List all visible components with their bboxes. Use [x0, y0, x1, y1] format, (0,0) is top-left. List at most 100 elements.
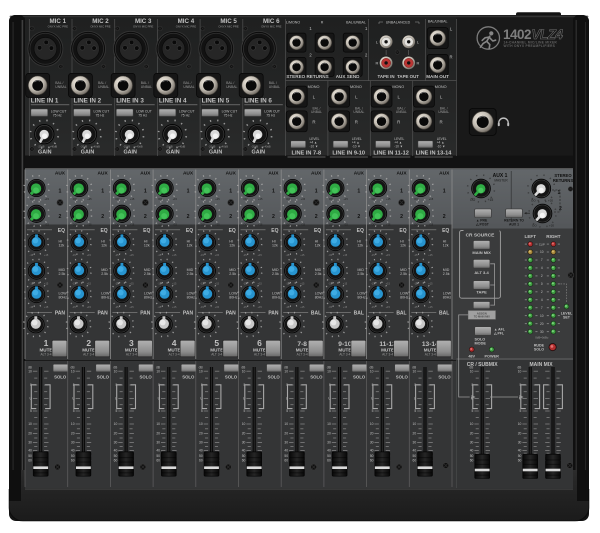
svg-text:AUX: AUX	[55, 170, 66, 176]
svg-text:4: 4	[172, 338, 177, 348]
svg-text:+15: +15	[301, 222, 306, 226]
svg-text:MONO: MONO	[350, 85, 362, 89]
svg-text:LEFT: LEFT	[525, 234, 537, 239]
svg-text:5: 5	[214, 338, 219, 348]
svg-text:-15: -15	[243, 254, 247, 257]
svg-text:10: 10	[28, 422, 32, 426]
svg-text:RETURNS: RETURNS	[553, 178, 573, 183]
svg-text:EQ: EQ	[58, 228, 65, 234]
svg-text:12k: 12k	[144, 244, 150, 248]
svg-text:-15: -15	[158, 254, 162, 257]
svg-text:TAPE: TAPE	[476, 290, 487, 295]
svg-text:ONYX MIC PRE: ONYX MIC PRE	[261, 25, 281, 29]
svg-text:R: R	[440, 119, 443, 124]
svg-text:AUX: AUX	[140, 170, 151, 176]
svg-text:10: 10	[518, 369, 522, 373]
svg-text:R: R	[417, 61, 420, 66]
svg-text:+15: +15	[215, 254, 220, 257]
svg-text:2.5k: 2.5k	[357, 272, 364, 276]
svg-text:OO: OO	[470, 198, 476, 202]
svg-text:MODE: MODE	[475, 342, 487, 346]
svg-text:GAIN: GAIN	[252, 150, 266, 156]
svg-text:40: 40	[518, 449, 522, 453]
svg-text:5: 5	[472, 409, 474, 413]
svg-text:LINE IN 4: LINE IN 4	[159, 98, 187, 105]
svg-text:STEREO RETURNS: STEREO RETURNS	[286, 74, 328, 79]
svg-text:OO: OO	[244, 197, 248, 201]
svg-text:+15: +15	[172, 306, 177, 309]
svg-text:BAL: BAL	[354, 311, 364, 317]
svg-text:UNBAL: UNBAL	[55, 85, 66, 89]
svg-text:50: 50	[156, 454, 160, 458]
svg-text:+15: +15	[130, 197, 135, 201]
svg-text:50: 50	[470, 454, 474, 458]
svg-text:TAPE IN: TAPE IN	[378, 74, 395, 79]
svg-text:OO: OO	[329, 197, 333, 201]
svg-text:BAL: BAL	[439, 311, 449, 317]
svg-text:40: 40	[71, 449, 75, 453]
svg-text:50: 50	[327, 454, 331, 458]
svg-text:OO: OO	[531, 199, 536, 203]
svg-text:80Hz: 80Hz	[187, 296, 196, 300]
svg-text:+15: +15	[130, 222, 135, 226]
svg-text:OO: OO	[30, 222, 34, 226]
svg-text:+15: +15	[215, 197, 220, 201]
svg-text:GAIN: GAIN	[81, 150, 95, 156]
svg-text:GAIN: GAIN	[38, 150, 52, 156]
svg-text:30: 30	[28, 441, 32, 445]
svg-text:60: 60	[199, 459, 203, 463]
svg-text:EQ: EQ	[100, 228, 107, 234]
svg-text:AUX: AUX	[396, 170, 407, 176]
svg-text:12k: 12k	[187, 244, 193, 248]
svg-text:OO: OO	[286, 197, 290, 201]
svg-text:TO MAIN MIX: TO MAIN MIX	[474, 315, 490, 319]
svg-text:LINE IN 13-14: LINE IN 13-14	[416, 151, 453, 157]
svg-text:PAN: PAN	[98, 311, 109, 317]
svg-text:-10 ▼: -10 ▼	[310, 144, 319, 148]
svg-text:+15: +15	[87, 306, 92, 309]
svg-text:3: 3	[129, 338, 134, 348]
svg-text:60: 60	[470, 459, 474, 463]
svg-text:OO: OO	[115, 222, 119, 226]
svg-text:80Hz: 80Hz	[443, 296, 452, 300]
svg-text:2.5k: 2.5k	[187, 272, 194, 276]
svg-text:ONYX MIC PRE: ONYX MIC PRE	[90, 25, 110, 29]
svg-text:MONO: MONO	[435, 85, 447, 89]
svg-text:OO: OO	[115, 197, 119, 201]
svg-text:10: 10	[242, 422, 246, 426]
svg-text:5: 5	[73, 409, 75, 413]
svg-text:7: 7	[541, 306, 543, 310]
svg-text:20: 20	[413, 432, 417, 436]
svg-text:SOLO: SOLO	[396, 375, 409, 380]
svg-text:-15: -15	[115, 254, 119, 257]
svg-text:+15: +15	[258, 254, 263, 257]
svg-text:10: 10	[540, 314, 544, 318]
svg-text:OO: OO	[372, 222, 376, 226]
svg-text:ALT 3-4: ALT 3-4	[382, 353, 393, 357]
svg-text:-15: -15	[371, 306, 375, 309]
svg-text:30: 30	[71, 441, 75, 445]
svg-text:+15: +15	[386, 282, 391, 285]
svg-text:AUX: AUX	[439, 170, 450, 176]
svg-text:2: 2	[101, 214, 104, 220]
svg-text:10: 10	[540, 250, 544, 254]
svg-text:-20dB: -20dB	[80, 144, 87, 148]
svg-text:ALT 3-4: ALT 3-4	[425, 353, 436, 357]
svg-text:+15: +15	[300, 254, 305, 257]
svg-text:+15: +15	[429, 222, 434, 226]
svg-text:AUX: AUX	[226, 170, 237, 176]
svg-text:ALT 3-4: ALT 3-4	[254, 353, 265, 357]
svg-text:+15: +15	[428, 306, 433, 309]
svg-text:UNBALANCED: UNBALANCED	[386, 21, 411, 25]
svg-text:50: 50	[518, 454, 522, 458]
svg-text:+15: +15	[343, 197, 348, 201]
svg-text:5: 5	[244, 409, 246, 413]
svg-text:EQ: EQ	[143, 228, 150, 234]
svg-text:LINE IN 3: LINE IN 3	[116, 98, 144, 105]
svg-text:OO: OO	[372, 197, 376, 201]
svg-text:SOLO: SOLO	[97, 375, 110, 380]
svg-text:SOLO: SOLO	[353, 375, 366, 380]
svg-text:10: 10	[413, 369, 417, 373]
svg-text:+40dB: +40dB	[92, 144, 100, 148]
svg-text:+15: +15	[386, 254, 391, 257]
